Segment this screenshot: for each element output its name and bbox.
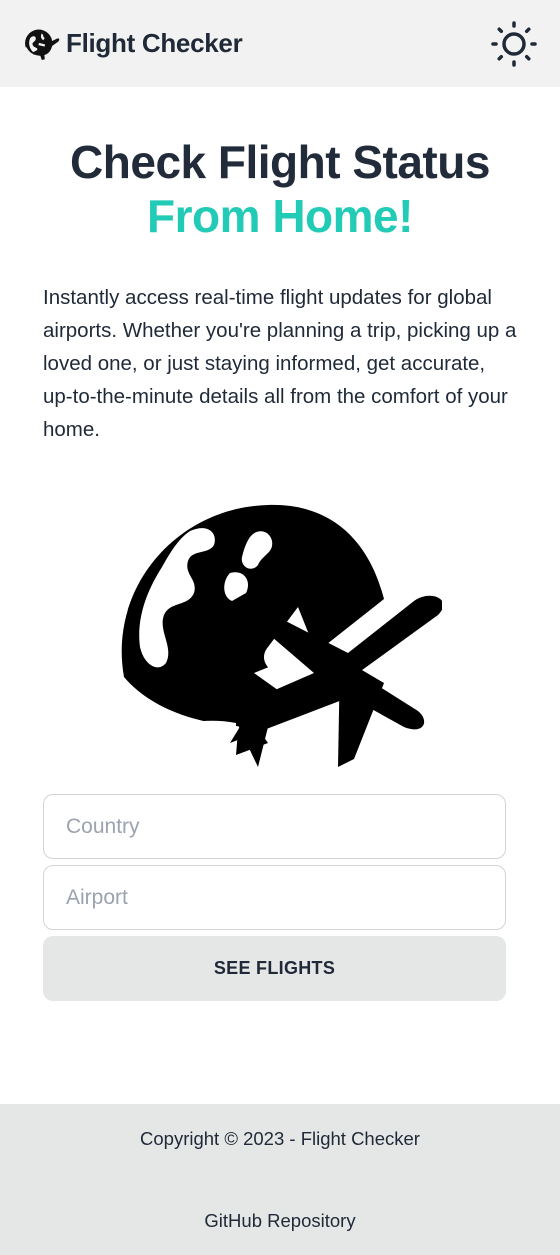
see-flights-button[interactable]: SEE FLIGHTS xyxy=(43,936,506,1001)
github-repository-link[interactable]: GitHub Repository xyxy=(0,1210,560,1232)
globe-plane-icon xyxy=(22,25,60,63)
page-title-line1: Check Flight Status xyxy=(70,136,490,188)
airport-input[interactable] xyxy=(43,865,506,930)
country-input[interactable] xyxy=(43,794,506,859)
globe-plane-illustration xyxy=(118,497,442,769)
brand-link[interactable]: Flight Checker xyxy=(22,25,243,63)
theme-toggle-button[interactable] xyxy=(490,20,538,68)
flight-search-form: SEE FLIGHTS xyxy=(43,794,506,1001)
globe-plane-icon xyxy=(118,497,442,769)
page-title-line2: From Home! xyxy=(147,190,413,242)
sun-icon xyxy=(490,20,538,68)
navbar: Flight Checker xyxy=(0,0,560,87)
main-content: Check Flight Status From Home! Instantly… xyxy=(0,87,560,1104)
copyright-text: Copyright © 2023 - Flight Checker xyxy=(140,1128,420,1149)
brand-name: Flight Checker xyxy=(66,28,243,58)
footer: Copyright © 2023 - Flight Checker GitHub… xyxy=(0,1104,560,1255)
page-title: Check Flight Status From Home! xyxy=(0,87,560,243)
intro-text: Instantly access real-time flight update… xyxy=(43,286,517,441)
